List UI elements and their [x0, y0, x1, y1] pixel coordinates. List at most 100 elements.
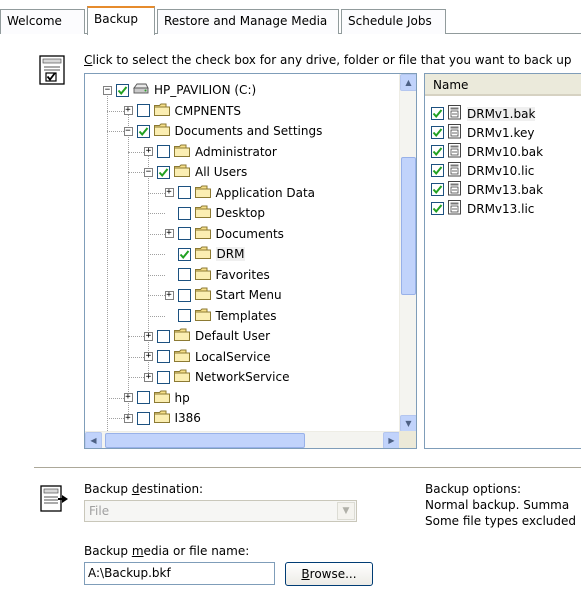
- tab-schedule-jobs[interactable]: Schedule Jobs: [341, 9, 446, 34]
- folder-icon: [153, 410, 175, 426]
- tree-item[interactable]: + Start Menu: [164, 285, 282, 305]
- file-list-item[interactable]: DRMv10.lic: [431, 161, 534, 180]
- tree-horizontal-scrollbar[interactable]: ◀ ▶: [85, 431, 400, 448]
- tree-item[interactable]: + I386: [123, 408, 201, 428]
- tree-checkbox[interactable]: [177, 247, 191, 261]
- folder-icon: [153, 390, 175, 406]
- tree-item[interactable]: Desktop: [165, 203, 266, 223]
- section-divider: [34, 467, 581, 468]
- folder-icon: [194, 226, 216, 242]
- tree-checkbox[interactable]: [157, 145, 170, 158]
- scroll-left-button[interactable]: ◀: [85, 432, 102, 448]
- drive-icon: [133, 82, 154, 98]
- horizontal-scroll-thumb[interactable]: [105, 433, 305, 448]
- folder-icon: [194, 246, 216, 262]
- tree-checkbox[interactable]: [116, 83, 129, 97]
- expand-plus-icon[interactable]: +: [164, 290, 174, 300]
- expand-plus-icon[interactable]: +: [123, 413, 133, 423]
- tree-connector: [148, 315, 165, 317]
- expand-plus-icon[interactable]: +: [144, 331, 153, 341]
- tree-vertical-scrollbar[interactable]: ▲ ▼: [399, 74, 416, 432]
- browse-button[interactable]: Browse...: [285, 562, 373, 586]
- folder-tree-pane[interactable]: − HP_PAVILION (C:) + CMPNENTS − Documents and…: [84, 73, 417, 449]
- tree-item[interactable]: Templates: [165, 306, 277, 326]
- tab-welcome[interactable]: Welcome: [0, 9, 85, 34]
- folder-icon: [194, 308, 216, 324]
- expand-plus-icon[interactable]: +: [164, 188, 174, 197]
- tree-connector: [148, 295, 165, 296]
- tree-item[interactable]: − All Users: [144, 162, 247, 182]
- file-checkbox[interactable]: [431, 202, 444, 215]
- tree-checkbox[interactable]: [157, 370, 170, 384]
- column-header-name[interactable]: Name: [425, 74, 581, 96]
- vertical-scroll-thumb[interactable]: [401, 157, 416, 295]
- tree-item[interactable]: + CMPNENTS: [123, 101, 241, 121]
- tree-checkbox[interactable]: [157, 329, 170, 343]
- tree-checkbox[interactable]: [157, 165, 170, 179]
- tab-restore-and-manage-media[interactable]: Restore and Manage Media: [157, 9, 339, 34]
- chevron-down-icon[interactable]: ▼: [337, 502, 355, 520]
- expand-plus-icon[interactable]: +: [123, 106, 133, 115]
- backup-destination-icon: [40, 485, 68, 512]
- tree-checkbox[interactable]: [136, 124, 150, 138]
- tree-checkbox[interactable]: [177, 288, 191, 302]
- scroll-up-button[interactable]: ▲: [400, 74, 416, 91]
- file-checkbox[interactable]: [431, 126, 444, 139]
- tree-item-label: LocalService: [195, 349, 271, 364]
- file-list-item[interactable]: DRMv13.lic: [431, 199, 534, 218]
- tree-checkbox[interactable]: [177, 268, 191, 281]
- collapse-minus-icon[interactable]: −: [123, 126, 133, 136]
- expand-plus-icon[interactable]: +: [144, 147, 153, 156]
- expand-plus-icon[interactable]: +: [144, 352, 153, 361]
- collapse-minus-icon[interactable]: −: [103, 85, 112, 95]
- expand-plus-icon[interactable]: +: [164, 229, 174, 238]
- file-list-item[interactable]: DRMv13.bak: [431, 180, 543, 199]
- file-checkbox[interactable]: [431, 164, 444, 177]
- file-checkbox[interactable]: [431, 183, 444, 196]
- tree-item[interactable]: + Application Data: [164, 183, 315, 203]
- backup-destination-value: File: [89, 504, 110, 518]
- tree-checkbox[interactable]: [157, 350, 170, 363]
- tree-item[interactable]: + Default User: [144, 326, 270, 346]
- file-icon: [448, 123, 467, 142]
- tree-item[interactable]: + hp: [123, 388, 190, 408]
- tree-item[interactable]: − Documents and Settings: [123, 121, 323, 141]
- tree-connector: [127, 151, 144, 153]
- file-list-item[interactable]: DRMv1.bak: [431, 104, 536, 123]
- tree-item[interactable]: Favorites: [165, 265, 270, 285]
- tree-item[interactable]: DRM: [165, 244, 246, 264]
- tree-item[interactable]: + LocalService: [144, 347, 270, 367]
- tab-welcome-label: Welcome: [7, 14, 62, 28]
- backup-destination-label: Backup destination:: [84, 482, 204, 496]
- tree-checkbox[interactable]: [177, 186, 191, 199]
- tree-item[interactable]: + Documents: [164, 224, 284, 244]
- tree-connector: [148, 254, 165, 255]
- file-checkbox[interactable]: [431, 145, 444, 158]
- backup-destination-select[interactable]: File ▼: [84, 500, 357, 522]
- expand-plus-icon[interactable]: +: [144, 372, 153, 382]
- tree-checkbox[interactable]: [136, 411, 150, 425]
- file-icon: [448, 180, 467, 199]
- tree-item[interactable]: + NetworkService: [144, 367, 289, 387]
- tab-backup[interactable]: Backup: [87, 6, 155, 35]
- file-list-item[interactable]: DRMv1.key: [431, 123, 535, 142]
- tree-checkbox[interactable]: [177, 206, 191, 220]
- tab-strip: Welcome Backup Restore and Manage Media …: [0, 0, 581, 35]
- scroll-right-button[interactable]: ▶: [383, 432, 400, 448]
- tree-item-label: Documents and Settings: [174, 124, 323, 138]
- tree-item[interactable]: − HP_PAVILION (C:): [103, 80, 256, 100]
- file-list-item[interactable]: DRMv10.bak: [431, 142, 543, 161]
- scroll-down-button[interactable]: ▼: [400, 415, 416, 432]
- file-list-pane[interactable]: Name DRMv1.bak DRMv1.key DRMv10.bak DRMv10.…: [424, 73, 581, 449]
- tree-checkbox[interactable]: [136, 391, 150, 404]
- expand-plus-icon[interactable]: +: [123, 393, 133, 402]
- tree-checkbox[interactable]: [177, 227, 191, 240]
- tree-item[interactable]: + Administrator: [144, 142, 277, 162]
- backup-media-filename-input[interactable]: A:\Backup.bkf: [84, 562, 275, 585]
- tree-checkbox[interactable]: [136, 104, 150, 117]
- tree-checkbox[interactable]: [177, 309, 191, 322]
- tree-guide: [127, 114, 129, 418]
- collapse-minus-icon[interactable]: −: [144, 167, 153, 177]
- file-checkbox[interactable]: [431, 107, 444, 120]
- tree-item-label: Desktop: [215, 206, 266, 220]
